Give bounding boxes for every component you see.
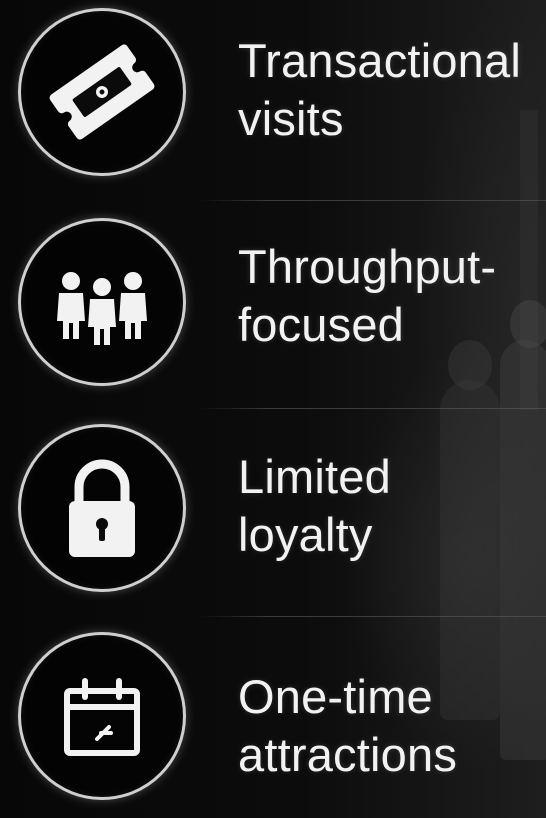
feature-list-panel: Transactional visits Throughput- focused… <box>0 0 546 818</box>
feature-label: One-time attractions <box>238 668 457 784</box>
feature-label-line: One-time <box>238 670 433 723</box>
feature-label-line: visits <box>238 92 344 145</box>
icon-badge <box>18 424 186 592</box>
feature-label-line: Transactional <box>238 34 521 87</box>
feature-item-transactional-visits: Transactional visits <box>0 0 546 200</box>
calendar-icon <box>64 678 140 756</box>
feature-label-line: Throughput- <box>238 240 497 293</box>
feature-item-throughput-focused: Throughput- focused <box>0 206 546 406</box>
group-people-icon <box>57 272 147 345</box>
padlock-icon <box>69 459 135 557</box>
divider <box>200 200 546 201</box>
feature-label: Throughput- focused <box>238 238 496 354</box>
feature-label: Transactional visits <box>238 32 521 148</box>
divider <box>200 616 546 617</box>
feature-label: Limited loyalty <box>238 448 391 564</box>
feature-label-line: focused <box>238 298 405 351</box>
icon-badge <box>18 632 186 800</box>
feature-item-one-time-attractions: One-time attractions <box>0 622 546 818</box>
feature-label-line: loyalty <box>238 508 373 561</box>
feature-label-line: Limited <box>238 450 391 503</box>
feature-item-limited-loyalty: Limited loyalty <box>0 414 546 614</box>
icon-badge <box>18 8 186 176</box>
divider <box>200 408 546 409</box>
ticket-icon <box>49 44 155 140</box>
icon-badge <box>18 218 186 386</box>
feature-label-line: attractions <box>238 728 458 781</box>
